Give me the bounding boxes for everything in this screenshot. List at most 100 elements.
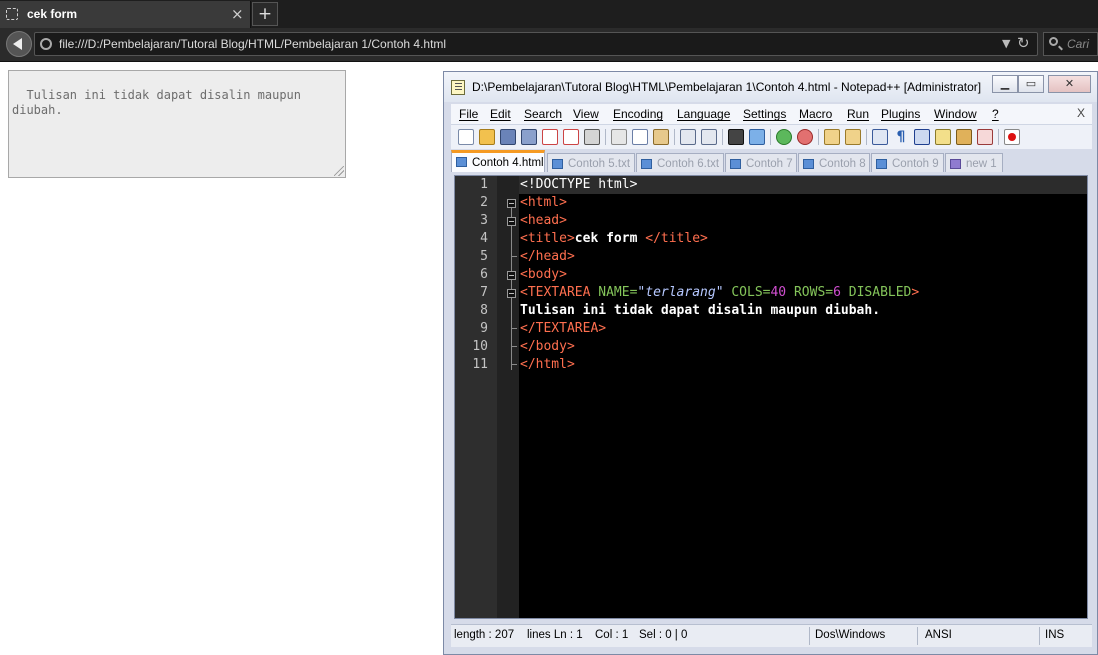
fold-end-marker xyxy=(511,320,517,329)
saved-file-icon xyxy=(552,159,563,169)
tab-contoh-7[interactable]: Contoh 7 xyxy=(725,153,797,172)
menu-macro[interactable]: Macro xyxy=(799,107,832,121)
line-number: 10 xyxy=(472,339,488,354)
search-placeholder: Cari xyxy=(1067,37,1090,51)
document-map-icon[interactable] xyxy=(935,129,951,145)
search-input[interactable]: Cari xyxy=(1043,32,1098,56)
saved-file-icon xyxy=(876,159,887,169)
save-icon[interactable] xyxy=(500,129,516,145)
tab-contoh-4[interactable]: Contoh 4.html xyxy=(451,150,545,172)
folder-workspace-icon[interactable] xyxy=(977,129,993,145)
menu-window[interactable]: Window xyxy=(934,107,977,121)
fold-toggle-icon[interactable] xyxy=(507,199,516,208)
status-eol: Dos\Windows xyxy=(815,629,886,641)
save-all-icon[interactable] xyxy=(521,129,537,145)
menu-edit[interactable]: Edit xyxy=(490,107,511,121)
line-number: 4 xyxy=(480,231,488,246)
maximize-button[interactable]: ▭ xyxy=(1018,75,1044,93)
new-file-icon[interactable] xyxy=(458,129,474,145)
show-all-characters-icon[interactable]: ¶ xyxy=(893,129,909,145)
zoom-out-icon[interactable] xyxy=(797,129,813,145)
reload-icon[interactable]: ↻ xyxy=(1017,34,1030,52)
indent-guide-icon[interactable] xyxy=(914,129,930,145)
tab-label: Contoh 9 xyxy=(892,158,939,170)
menu-view[interactable]: View xyxy=(573,107,599,121)
zoom-in-icon[interactable] xyxy=(776,129,792,145)
tab-new-1[interactable]: new 1 xyxy=(945,153,1003,172)
toolbar-separator xyxy=(605,129,606,145)
tab-contoh-6[interactable]: Contoh 6.txt xyxy=(636,153,724,172)
history-dropdown-icon[interactable]: ▼ xyxy=(1002,37,1010,50)
close-all-icon[interactable] xyxy=(563,129,579,145)
fold-end-marker xyxy=(511,356,517,365)
number-token: 6 xyxy=(833,285,841,300)
menu-search[interactable]: Search xyxy=(524,107,562,121)
browser-tab[interactable]: cek form × xyxy=(0,1,251,28)
toolbar-separator xyxy=(818,129,819,145)
menu-plugins[interactable]: Plugins xyxy=(881,107,920,121)
saved-file-icon xyxy=(641,159,652,169)
fold-toggle-icon[interactable] xyxy=(507,289,516,298)
code-line: <head> xyxy=(520,212,567,230)
record-macro-icon[interactable] xyxy=(1004,129,1020,145)
line-number: 5 xyxy=(480,249,488,264)
toolbar: ¶ xyxy=(451,124,1092,149)
close-tab-icon[interactable]: × xyxy=(231,5,244,23)
fold-toggle-icon[interactable] xyxy=(507,217,516,226)
print-icon[interactable] xyxy=(584,129,600,145)
tag-token: </html> xyxy=(520,357,575,372)
browser-tabstrip: cek form × + xyxy=(0,0,1098,28)
copy-icon[interactable] xyxy=(632,129,648,145)
open-file-icon[interactable] xyxy=(479,129,495,145)
sync-horizontal-icon[interactable] xyxy=(845,129,861,145)
menu-run[interactable]: Run xyxy=(847,107,869,121)
close-button[interactable]: ✕ xyxy=(1048,75,1091,93)
replace-icon[interactable] xyxy=(749,129,765,145)
number-token: 40 xyxy=(770,285,787,300)
toolbar-separator xyxy=(674,129,675,145)
tab-contoh-9[interactable]: Contoh 9 xyxy=(871,153,944,172)
window-titlebar[interactable]: D:\Pembelajaran\Tutoral Blog\HTML\Pembel… xyxy=(444,72,1097,102)
status-separator xyxy=(1039,627,1040,645)
status-length: length : 207 xyxy=(454,629,515,641)
line-number: 3 xyxy=(480,213,488,228)
menu-encoding[interactable]: Encoding xyxy=(613,107,663,121)
toolbar-separator xyxy=(722,129,723,145)
tab-contoh-5[interactable]: Contoh 5.txt xyxy=(547,153,635,172)
tag-token: <TEXTAREA xyxy=(520,285,599,300)
notepadpp-window: D:\Pembelajaran\Tutoral Blog\HTML\Pembel… xyxy=(443,71,1098,655)
doctype-token: <!DOCTYPE html> xyxy=(520,177,638,192)
code-line: <html> xyxy=(520,194,567,212)
attribute-token: ROWS= xyxy=(786,285,834,300)
undo-icon[interactable] xyxy=(680,129,696,145)
tag-token: <title> xyxy=(520,231,575,246)
find-icon[interactable] xyxy=(728,129,744,145)
close-file-icon[interactable] xyxy=(542,129,558,145)
function-list-icon[interactable] xyxy=(956,129,972,145)
cut-icon[interactable] xyxy=(611,129,627,145)
paste-icon[interactable] xyxy=(653,129,669,145)
menu-language[interactable]: Language xyxy=(677,107,730,121)
sync-vertical-icon[interactable] xyxy=(824,129,840,145)
status-separator xyxy=(917,627,918,645)
status-lines: lines Ln : 1 xyxy=(527,629,583,641)
url-text[interactable]: file:///D:/Pembelajaran/Tutoral Blog/HTM… xyxy=(59,37,446,51)
tab-contoh-8[interactable]: Contoh 8 xyxy=(798,153,870,172)
minimize-button[interactable]: ▁ xyxy=(992,75,1018,93)
menu-settings[interactable]: Settings xyxy=(743,107,786,121)
tag-token: </TEXTAREA> xyxy=(520,321,607,336)
status-insert-mode: INS xyxy=(1045,629,1065,641)
code-editor[interactable]: 1 <!DOCTYPE html> 2 <html> 3 <head> 4 <t… xyxy=(454,175,1088,619)
redo-icon[interactable] xyxy=(701,129,717,145)
menu-help[interactable]: ? xyxy=(992,107,999,121)
back-button[interactable] xyxy=(6,31,32,57)
menu-file[interactable]: File xyxy=(459,107,478,121)
new-tab-button[interactable]: + xyxy=(252,2,278,26)
word-wrap-icon[interactable] xyxy=(872,129,888,145)
close-document-icon[interactable]: X xyxy=(1077,106,1085,120)
tab-label: Contoh 7 xyxy=(746,158,793,170)
fold-toggle-icon[interactable] xyxy=(507,271,516,280)
text-token: cek form xyxy=(574,231,646,246)
address-bar[interactable]: file:///D:/Pembelajaran/Tutoral Blog/HTM… xyxy=(34,32,1038,56)
tag-token: </head> xyxy=(520,249,575,264)
